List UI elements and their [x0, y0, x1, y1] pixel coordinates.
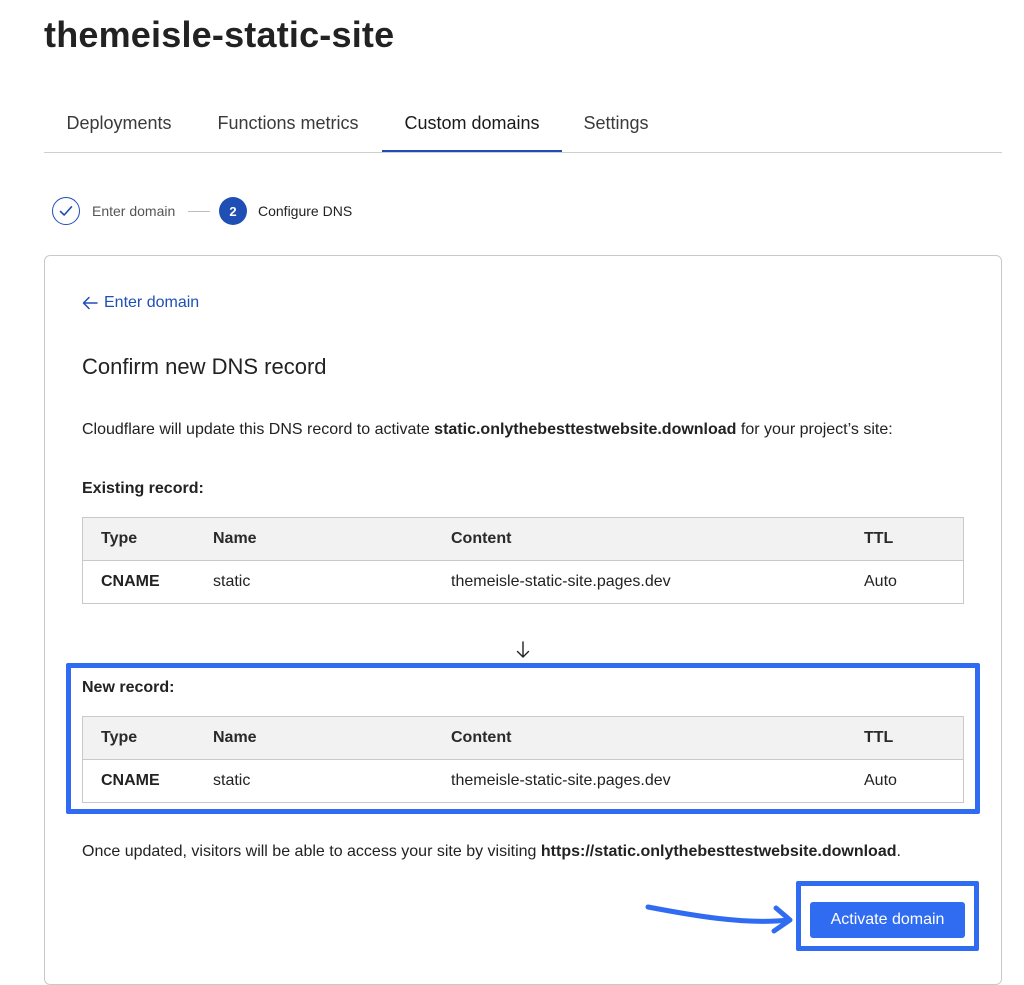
existing-record-label: Existing record: [82, 480, 204, 497]
outro-suffix: . [896, 843, 901, 860]
tab-custom-domains[interactable]: Custom domains [382, 100, 562, 152]
intro-domain: static.onlythebesttestwebsite.download [434, 421, 737, 438]
card-heading: Confirm new DNS record [82, 354, 327, 379]
outro-prefix: Once updated, visitors will be able to a… [82, 843, 541, 860]
column-header-name: Name [213, 530, 257, 547]
column-header-ttl: TTL [864, 530, 894, 547]
back-link[interactable]: Enter domain [82, 294, 199, 312]
intro-text: Cloudflare will update this DNS record t… [82, 421, 893, 439]
record-type: CNAME [101, 573, 160, 590]
tab-settings[interactable]: Settings [572, 100, 660, 150]
table-row: CNAME static themeisle-static-site.pages… [83, 561, 963, 603]
step-label-enter-domain: Enter domain [92, 203, 176, 219]
pointer-arrow-icon [645, 904, 793, 934]
table-header: Type Name Content TTL [83, 518, 963, 561]
outro-text: Once updated, visitors will be able to a… [82, 843, 901, 861]
new-record-highlight [66, 663, 980, 814]
column-header-type: Type [101, 530, 138, 547]
record-content: themeisle-static-site.pages.dev [451, 573, 671, 590]
record-ttl: Auto [864, 573, 897, 590]
existing-record-table: Type Name Content TTL CNAME static theme… [82, 517, 964, 604]
intro-suffix: for your project’s site: [736, 421, 893, 438]
tab-bar: Deployments Functions metrics Custom dom… [44, 100, 1002, 153]
check-icon [59, 206, 73, 216]
step-complete-circle [52, 197, 80, 225]
step-current-circle: 2 [219, 197, 247, 225]
intro-prefix: Cloudflare will update this DNS record t… [82, 421, 435, 438]
project-title: themeisle-static-site [44, 14, 395, 55]
step-connector [188, 211, 210, 212]
activate-domain-button[interactable]: Activate domain [810, 902, 965, 938]
arrow-left-icon [82, 296, 98, 310]
step-number: 2 [229, 203, 237, 219]
back-link-label: Enter domain [104, 294, 200, 311]
column-header-content: Content [451, 530, 512, 547]
tab-deployments[interactable]: Deployments [44, 100, 194, 150]
record-name: static [213, 573, 251, 590]
tab-functions-metrics[interactable]: Functions metrics [204, 100, 372, 150]
arrow-down-icon [516, 641, 530, 658]
outro-url: https://static.onlythebesttestwebsite.do… [540, 843, 897, 860]
step-label-configure-dns: Configure DNS [258, 203, 353, 219]
